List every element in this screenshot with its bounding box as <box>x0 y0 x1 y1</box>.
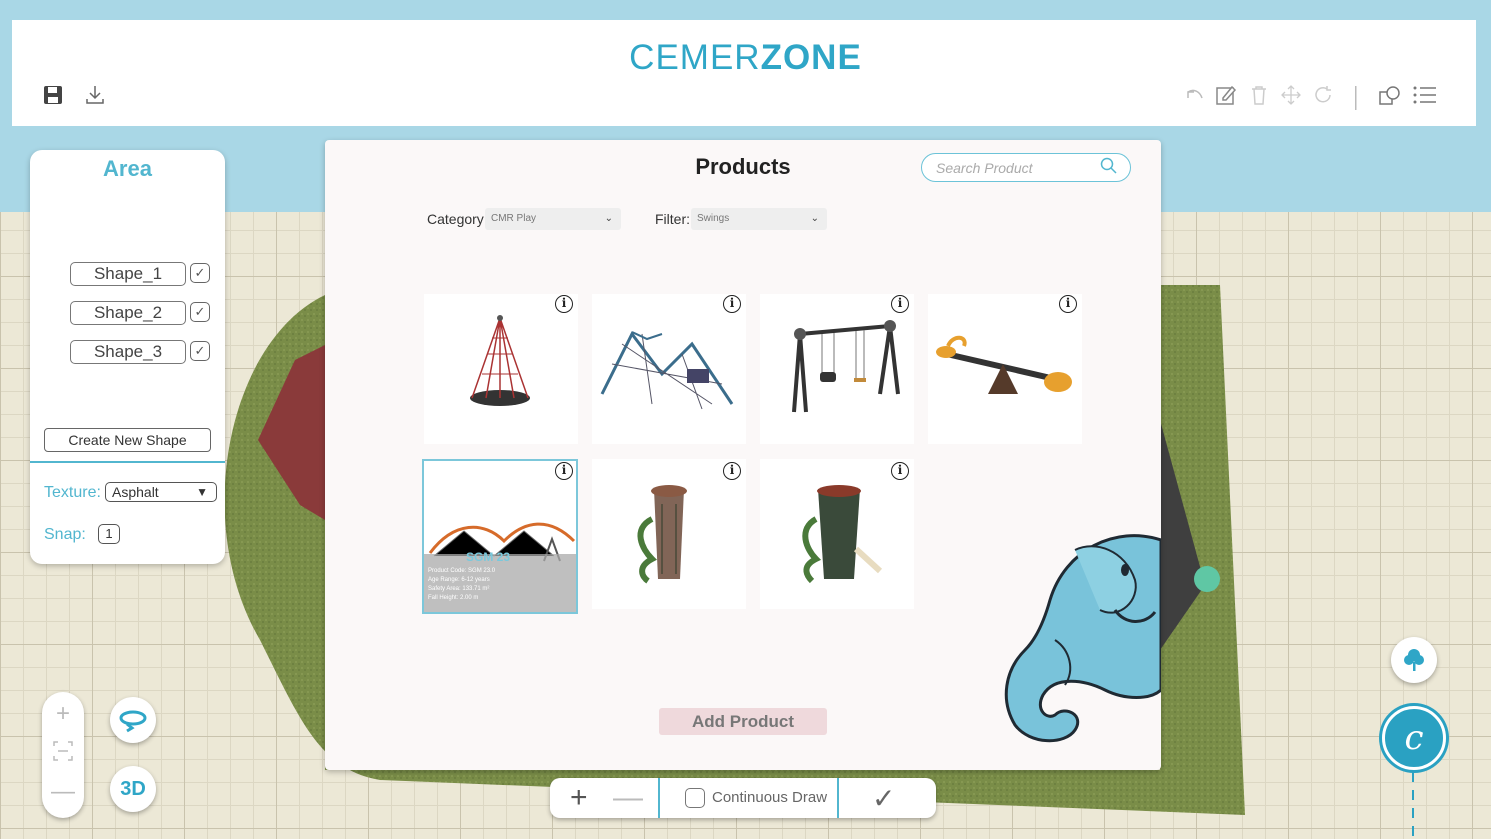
continuous-draw-label: Continuous Draw <box>712 789 828 806</box>
view-3d-button[interactable]: 3D <box>110 766 156 812</box>
rotate-view-button[interactable] <box>110 697 156 743</box>
trash-icon[interactable] <box>1248 84 1270 112</box>
product-card-net-climbing-structure[interactable] <box>592 294 746 444</box>
product-card-tower-slide-1[interactable] <box>592 459 746 609</box>
zoom-in-button[interactable]: + <box>42 700 84 728</box>
rotate-view-icon <box>119 710 147 733</box>
add-point-button[interactable]: + <box>570 781 588 815</box>
snap-label: Snap: <box>44 526 86 543</box>
move-icon[interactable] <box>1280 84 1302 112</box>
download-icon[interactable] <box>84 84 106 112</box>
texture-select[interactable]: Asphalt ▼ <box>105 482 217 502</box>
remove-point-button[interactable]: — <box>613 781 643 815</box>
shape-1-button[interactable]: Shape_1 <box>70 262 186 286</box>
elephant-mascot <box>1004 534 1161 743</box>
info-icon[interactable]: i <box>723 295 741 313</box>
continuous-draw-checkbox[interactable] <box>685 788 705 808</box>
dashed-line <box>1412 772 1414 839</box>
list-icon[interactable] <box>1412 84 1438 112</box>
info-icon[interactable]: i <box>555 462 573 480</box>
product-card-seesaw[interactable] <box>928 294 1082 444</box>
overlay-line: Fall Height: 2.00 m <box>428 595 479 601</box>
toolbar-divider <box>1354 86 1358 116</box>
category-label: Category: <box>427 211 488 227</box>
fit-view-icon <box>53 741 73 761</box>
save-icon[interactable] <box>42 84 64 112</box>
shape-handle[interactable] <box>1194 566 1220 592</box>
edit-icon[interactable] <box>1215 84 1237 112</box>
shape-2-button[interactable]: Shape_2 <box>70 301 186 325</box>
info-icon[interactable]: i <box>555 295 573 313</box>
product-card-tower-slide-2[interactable] <box>760 459 914 609</box>
seesaw-image <box>936 335 1072 394</box>
add-product-button[interactable]: Add Product <box>659 708 827 735</box>
overlay-title: SGM 23 <box>466 550 511 564</box>
chevron-down-icon: ▼ <box>196 485 208 499</box>
confirm-button[interactable]: ✓ <box>872 782 895 815</box>
product-card-cone-net-swing[interactable] <box>424 294 578 444</box>
area-divider <box>30 461 225 463</box>
shape-2-checkbox[interactable]: ✓ <box>190 302 210 322</box>
info-icon[interactable]: i <box>891 295 909 313</box>
search-icon[interactable] <box>1100 157 1118 180</box>
shape-1-checkbox[interactable]: ✓ <box>190 263 210 283</box>
info-icon[interactable]: i <box>891 462 909 480</box>
shape-3-checkbox[interactable]: ✓ <box>190 341 210 361</box>
texture-label: Texture: <box>44 484 101 501</box>
rotate-icon[interactable] <box>1312 84 1334 112</box>
cone-net-swing-image <box>470 315 530 406</box>
toolbar-separator <box>837 778 839 818</box>
tree-button[interactable] <box>1391 637 1437 683</box>
chevron-down-icon: ⌄ <box>810 213 819 224</box>
chevron-down-icon: ⌄ <box>604 213 613 224</box>
info-icon[interactable]: i <box>1059 295 1077 313</box>
overlay-line: Safety Area: 133.71 m² <box>428 586 490 592</box>
tree-icon <box>1404 649 1424 671</box>
product-card-double-swing[interactable] <box>760 294 914 444</box>
toolbar-separator <box>658 778 660 818</box>
product-card-rope-bridge-structure[interactable]: SGM 23 Product Code: SGM 23.0 Age Range:… <box>422 459 578 614</box>
area-title: Area <box>103 156 152 181</box>
overlay-line: Age Range: 6-12 years <box>428 577 490 583</box>
cemer-logo-button[interactable]: c <box>1382 706 1446 770</box>
product-details-overlay: SGM 23 Product Code: SGM 23.0 Age Range:… <box>424 550 576 612</box>
fit-view-button[interactable] <box>42 740 84 767</box>
filter-select[interactable]: Swings ⌄ <box>691 208 827 230</box>
filter-label: Filter: <box>655 211 690 227</box>
shape-3-button[interactable]: Shape_3 <box>70 340 186 364</box>
info-icon[interactable]: i <box>723 462 741 480</box>
overlay-line: Product Code: SGM 23.0 <box>428 568 496 574</box>
undo-icon[interactable] <box>1184 84 1206 112</box>
category-select[interactable]: CMR Play ⌄ <box>485 208 621 230</box>
net-climbing-structure-image <box>600 331 734 410</box>
create-new-shape-button[interactable]: Create New Shape <box>44 428 211 452</box>
layers-icon[interactable] <box>1378 84 1402 114</box>
tower-slide-2-image <box>802 485 883 584</box>
zoom-out-button[interactable]: — <box>42 778 84 806</box>
app-logo: CEMERZONE <box>629 38 862 77</box>
snap-input[interactable]: 1 <box>98 524 120 544</box>
tower-slide-1-image <box>637 485 687 584</box>
double-swing-image <box>792 320 900 413</box>
